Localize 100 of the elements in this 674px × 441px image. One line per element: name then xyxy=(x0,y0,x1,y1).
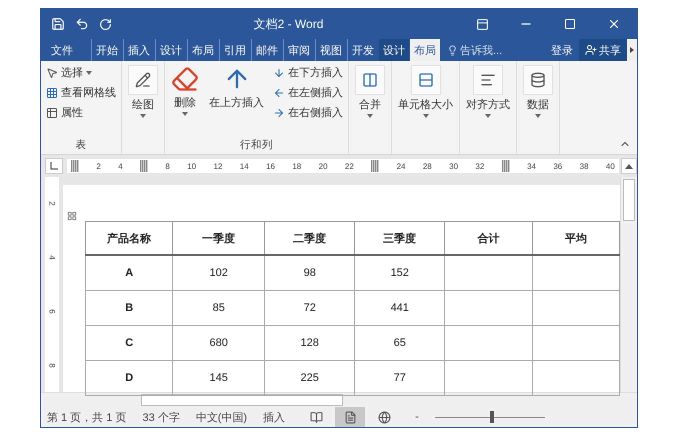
scroll-up-icon[interactable] xyxy=(621,158,637,174)
left-tab-icon xyxy=(50,162,58,170)
page-count[interactable]: 第 1 页，共 1 页 xyxy=(47,410,126,424)
read-mode-icon xyxy=(310,410,323,424)
ribbon-button[interactable]: 数据 xyxy=(521,63,555,120)
ruler-number: 40 xyxy=(606,162,615,170)
group-label: 表 xyxy=(76,138,86,153)
vertical-scrollbar[interactable] xyxy=(620,177,637,392)
ruler-number: 2 xyxy=(48,202,56,206)
align-icon xyxy=(480,72,496,88)
header-cell: 三季度 xyxy=(354,222,444,255)
ribbon-button[interactable]: 合并 xyxy=(353,63,387,120)
sign-in-link[interactable]: 登录 xyxy=(545,39,579,61)
caret-icon xyxy=(485,114,491,118)
table-cell: 102 xyxy=(172,255,264,290)
ribbon-button[interactable]: 在右侧插入 xyxy=(272,103,344,122)
insert-above-button[interactable]: 在上方插入 xyxy=(207,63,266,112)
tab-stop-selector[interactable] xyxy=(45,158,63,174)
table-icon xyxy=(46,106,58,118)
ruler-number: 2 xyxy=(96,162,101,170)
tell-me-field[interactable]: 告诉我... xyxy=(447,39,502,61)
caret-icon xyxy=(86,70,92,74)
caret-icon xyxy=(140,114,146,118)
share-button[interactable]: 共享 xyxy=(579,39,627,61)
ribbon-button[interactable]: 选择 xyxy=(45,63,117,82)
print-layout-icon xyxy=(344,410,357,424)
pencil-icon xyxy=(135,72,151,88)
table-cell: 441 xyxy=(354,290,444,326)
data-icon xyxy=(530,72,546,88)
arrow-left-icon xyxy=(273,86,285,98)
ruler-number: 4 xyxy=(118,162,123,170)
language[interactable]: 中文(中国) xyxy=(196,410,248,424)
group-label: 行和列 xyxy=(240,138,273,153)
column-marker-icon[interactable] xyxy=(71,160,79,172)
pointer-icon xyxy=(46,66,58,78)
close-icon xyxy=(607,17,621,31)
table-cell: 65 xyxy=(354,326,444,360)
ruler-number: 32 xyxy=(475,162,484,170)
delete-button[interactable]: 删除 xyxy=(169,63,201,118)
redo-icon[interactable] xyxy=(99,18,112,30)
table-cell: 128 xyxy=(264,326,355,360)
maximize-icon xyxy=(564,18,576,30)
horizontal-scrollbar[interactable] xyxy=(41,392,637,407)
ruler-number: 12 xyxy=(214,162,222,170)
column-marker-icon[interactable] xyxy=(371,160,380,172)
header-cell: 一季度 xyxy=(172,222,264,255)
lightbulb-icon xyxy=(447,44,458,56)
table-cell: C xyxy=(86,326,173,360)
column-marker-icon[interactable] xyxy=(502,160,510,172)
ruler-number: 20 xyxy=(318,162,328,170)
column-marker-icon[interactable] xyxy=(140,160,148,172)
caret-icon xyxy=(535,114,541,118)
caret-icon xyxy=(367,114,373,118)
ruler-number: 30 xyxy=(449,162,458,170)
ribbon-tab[interactable]: 布局 xyxy=(410,39,440,61)
save-icon[interactable] xyxy=(51,17,65,31)
ruler-number: 16 xyxy=(266,162,275,170)
web-layout-icon xyxy=(378,410,391,424)
ribbon-button[interactable]: 属性 xyxy=(45,103,117,122)
zoom-out-button[interactable]: - xyxy=(415,411,419,423)
arrow-down-icon xyxy=(273,66,285,78)
ribbon-tab[interactable]: 设计 xyxy=(379,39,409,61)
header-cell: 二季度 xyxy=(264,222,355,255)
arrow-right-icon xyxy=(273,106,285,118)
ribbon-button[interactable]: 对齐方式 xyxy=(464,63,512,120)
ruler-number: 4 xyxy=(48,255,56,260)
scroll-right-icon[interactable] xyxy=(627,39,637,61)
table-cell: 72 xyxy=(264,290,355,326)
ruler-number: 10 xyxy=(187,162,196,170)
ribbon-button[interactable]: 在下方插入 xyxy=(272,63,344,82)
ruler-number: 24 xyxy=(396,162,406,170)
header-cell: 合计 xyxy=(444,222,533,255)
table-cell: B xyxy=(86,290,173,326)
caret-icon xyxy=(422,114,428,118)
view-button[interactable] xyxy=(335,407,366,427)
table-move-handle-icon[interactable] xyxy=(67,211,77,221)
ribbon-button[interactable]: 查看网格线 xyxy=(45,83,117,102)
ruler-number: 8 xyxy=(165,162,170,170)
cell-size-icon xyxy=(418,72,434,88)
draw-button[interactable]: 绘图 xyxy=(126,63,160,120)
table-cell: 680 xyxy=(172,326,264,360)
ribbon-button[interactable]: 单元格大小 xyxy=(396,63,455,120)
ruler-number: 38 xyxy=(580,162,589,170)
ruler-number: 8 xyxy=(48,362,56,368)
table-cell: 85 xyxy=(172,290,264,326)
ribbon-tab[interactable]: 文件 xyxy=(47,39,77,61)
insert-mode[interactable]: 插入 xyxy=(263,410,286,424)
undo-icon[interactable] xyxy=(75,17,89,31)
table-cell: 152 xyxy=(354,255,444,290)
add-person-icon xyxy=(585,44,597,56)
ribbon-button[interactable]: 在左侧插入 xyxy=(272,83,344,102)
ruler-number: 14 xyxy=(240,162,249,170)
ruler-number: 22 xyxy=(344,162,354,170)
ruler-number: 28 xyxy=(422,162,432,170)
ruler-number: 18 xyxy=(292,162,302,170)
word-count[interactable]: 33 个字 xyxy=(142,410,180,424)
zoom-thumb[interactable] xyxy=(490,411,494,423)
ruler-number: 6 xyxy=(48,309,56,314)
table-cell: A xyxy=(86,255,173,290)
caret-icon xyxy=(182,112,188,116)
